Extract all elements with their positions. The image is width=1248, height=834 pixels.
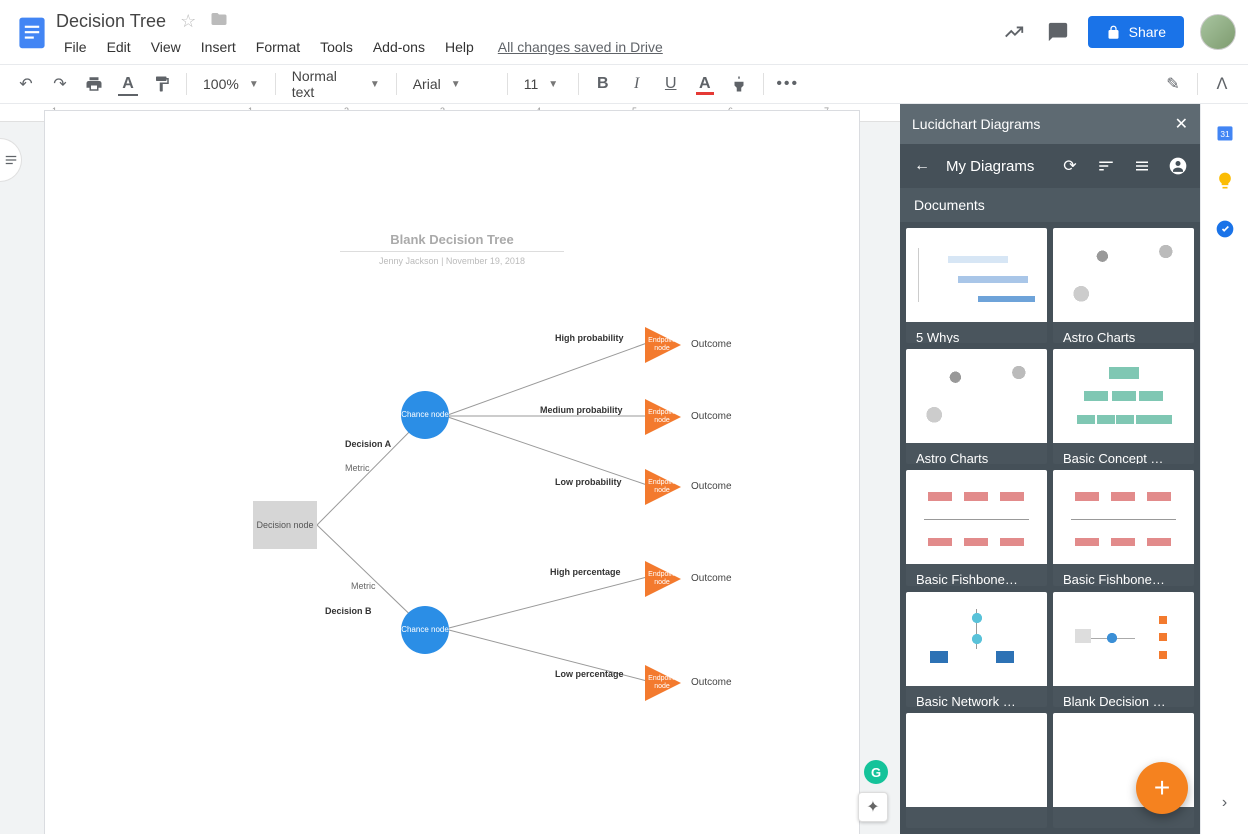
label-metric-a: Metric xyxy=(345,463,370,473)
tasks-icon[interactable] xyxy=(1214,218,1236,240)
endpoint-node-5: Endpoint node xyxy=(645,665,681,701)
panel-section-title: Documents xyxy=(914,197,985,213)
print-icon[interactable] xyxy=(80,70,108,98)
expand-rail-icon[interactable]: › xyxy=(1214,792,1236,814)
share-button-label: Share xyxy=(1129,24,1166,40)
endpoint-node-4: Endpoint node xyxy=(645,561,681,597)
keep-icon[interactable] xyxy=(1214,170,1236,192)
label-metric-b: Metric xyxy=(351,581,376,591)
decision-node: Decision node xyxy=(253,501,317,549)
paint-format-icon[interactable] xyxy=(148,70,176,98)
label-low-pct: Low percentage xyxy=(555,669,624,679)
endpoint-node-3: Endpoint node xyxy=(645,469,681,505)
panel-refresh-icon[interactable]: ⟳ xyxy=(1058,154,1082,178)
doc-card-extra1[interactable] xyxy=(906,713,1047,828)
explore-button[interactable]: ✦ xyxy=(858,792,888,822)
save-status[interactable]: All changes saved in Drive xyxy=(498,39,663,55)
redo-icon[interactable]: ↷ xyxy=(46,70,74,98)
folder-icon[interactable] xyxy=(210,10,228,33)
outcome-4: Outcome xyxy=(691,573,732,584)
document-canvas[interactable]: 1 12 34 56 7 Show optimal path (Hold Shi… xyxy=(0,104,900,834)
style-select[interactable]: Normal text▼ xyxy=(286,68,386,100)
svg-text:31: 31 xyxy=(1220,129,1230,139)
bold-icon[interactable]: B xyxy=(589,70,617,98)
docs-app-icon[interactable] xyxy=(12,12,52,52)
doc-card-astro2[interactable]: Astro Charts xyxy=(906,349,1047,464)
endpoint-node-1: Endpoint node xyxy=(645,327,681,363)
outcome-5: Outcome xyxy=(691,677,732,688)
calendar-icon[interactable]: 31 xyxy=(1214,122,1236,144)
create-diagram-fab[interactable]: + xyxy=(1136,762,1188,814)
document-page: Blank Decision Tree Jenny Jackson | Nove… xyxy=(44,110,860,834)
outcome-2: Outcome xyxy=(691,411,732,422)
endpoint-node-2: Endpoint node xyxy=(645,399,681,435)
menu-bar: File Edit View Insert Format Tools Add-o… xyxy=(56,35,1000,59)
user-avatar[interactable] xyxy=(1200,14,1236,50)
comments-icon[interactable] xyxy=(1044,18,1072,46)
underline-icon[interactable]: U xyxy=(657,70,685,98)
panel-account-icon[interactable] xyxy=(1166,154,1190,178)
menu-view[interactable]: View xyxy=(143,35,189,59)
panel-close-icon[interactable]: ✕ xyxy=(1175,114,1188,134)
activity-icon[interactable] xyxy=(1000,18,1028,46)
more-icon[interactable]: ••• xyxy=(774,70,802,98)
label-med-prob: Medium probability xyxy=(540,405,623,415)
lucidchart-panel: Lucidchart Diagrams ✕ ← My Diagrams ⟳ Do… xyxy=(900,104,1200,834)
doc-card-network[interactable]: Basic Network … xyxy=(906,592,1047,707)
menu-edit[interactable]: Edit xyxy=(99,35,139,59)
doc-card-5whys[interactable]: 5 Whys xyxy=(906,228,1047,343)
zoom-select[interactable]: 100%▼ xyxy=(197,76,265,92)
highlight-icon[interactable] xyxy=(725,70,753,98)
menu-tools[interactable]: Tools xyxy=(312,35,361,59)
font-size-select[interactable]: 11▼ xyxy=(518,76,568,92)
label-low-prob: Low probability xyxy=(555,477,622,487)
editing-mode-icon[interactable]: ✎ xyxy=(1159,70,1187,98)
panel-list-icon[interactable] xyxy=(1130,154,1154,178)
text-color-icon[interactable]: A xyxy=(691,70,719,98)
label-high-pct: High percentage xyxy=(550,567,621,577)
italic-icon[interactable]: I xyxy=(623,70,651,98)
document-grid[interactable]: 5 Whys Astro Charts Astro Charts Basic C… xyxy=(900,222,1200,834)
menu-addons[interactable]: Add-ons xyxy=(365,35,433,59)
label-high-prob: High probability xyxy=(555,333,624,343)
undo-icon[interactable]: ↶ xyxy=(12,70,40,98)
outcome-3: Outcome xyxy=(691,481,732,492)
doc-card-fish2[interactable]: Basic Fishbone… xyxy=(1053,470,1194,585)
side-rail: 31 › xyxy=(1200,104,1248,834)
menu-file[interactable]: File xyxy=(56,35,95,59)
share-button[interactable]: Share xyxy=(1088,16,1184,48)
menu-format[interactable]: Format xyxy=(248,35,308,59)
menu-insert[interactable]: Insert xyxy=(193,35,244,59)
font-select[interactable]: Arial▼ xyxy=(407,76,497,92)
doc-card-astro1[interactable]: Astro Charts xyxy=(1053,228,1194,343)
chance-node-b: Chance node xyxy=(401,606,449,654)
diagram-lines xyxy=(45,111,861,834)
star-icon[interactable]: ☆ xyxy=(180,11,196,32)
app-header: Decision Tree ☆ File Edit View Insert Fo… xyxy=(0,0,1248,64)
outline-tab-icon[interactable] xyxy=(0,138,22,182)
panel-sort-icon[interactable] xyxy=(1094,154,1118,178)
panel-title: Lucidchart Diagrams xyxy=(912,116,1040,132)
doc-card-fish1[interactable]: Basic Fishbone… xyxy=(906,470,1047,585)
spellcheck-icon[interactable]: A xyxy=(114,70,142,98)
panel-back-icon[interactable]: ← xyxy=(910,154,934,178)
panel-nav-title: My Diagrams xyxy=(946,158,1046,175)
doc-card-concept[interactable]: Basic Concept … xyxy=(1053,349,1194,464)
label-decision-a: Decision A xyxy=(345,439,391,449)
outcome-1: Outcome xyxy=(691,339,732,350)
doc-card-decision[interactable]: Blank Decision … xyxy=(1053,592,1194,707)
format-toolbar: ↶ ↷ A 100%▼ Normal text▼ Arial▼ 11▼ B I … xyxy=(0,64,1248,104)
chance-node-a: Chance node xyxy=(401,391,449,439)
collapse-toolbar-icon[interactable]: ᐱ xyxy=(1208,70,1236,98)
grammarly-icon[interactable]: G xyxy=(864,760,888,784)
label-decision-b: Decision B xyxy=(325,606,372,616)
document-title[interactable]: Decision Tree xyxy=(56,11,166,32)
menu-help[interactable]: Help xyxy=(437,35,482,59)
